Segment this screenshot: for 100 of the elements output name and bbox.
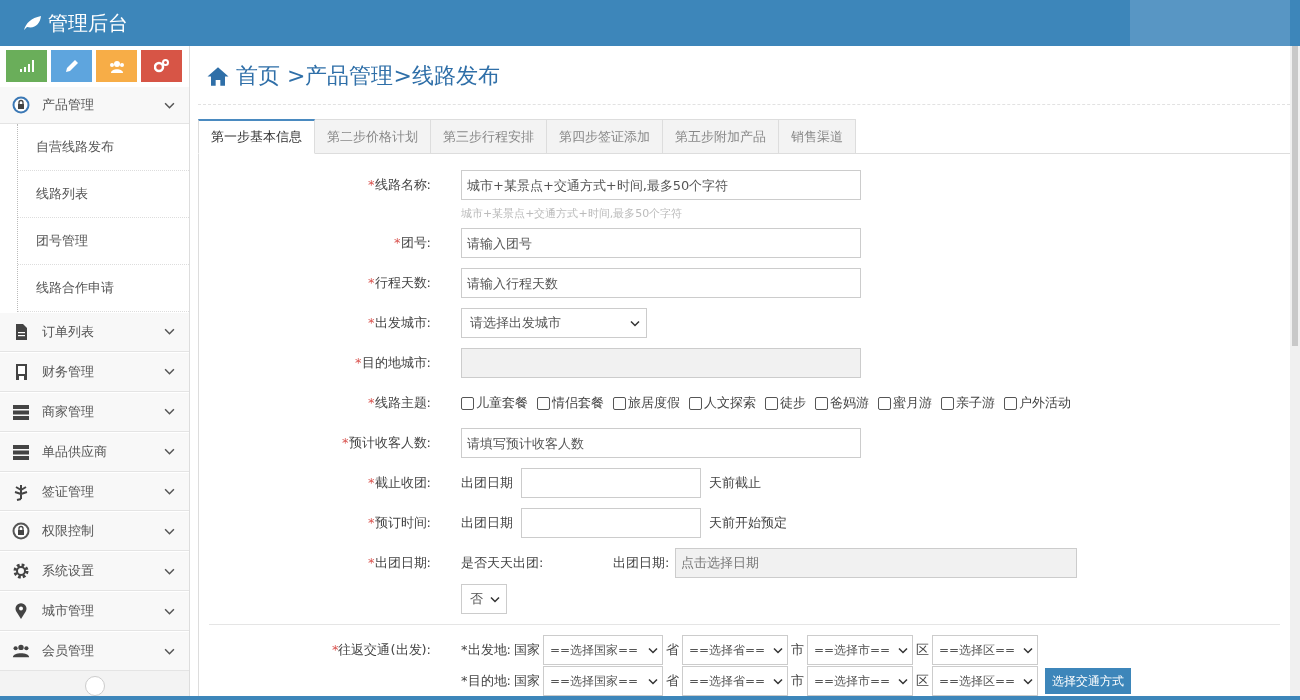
field-label: 省 — [665, 641, 679, 659]
menu-item[interactable]: 签证管理 — [0, 471, 189, 512]
checkbox[interactable] — [613, 396, 626, 410]
field-label: *出发地: — [461, 641, 511, 659]
input-field[interactable] — [521, 508, 701, 538]
select-field[interactable]: 请选择出发城市 — [461, 308, 647, 338]
lock-icon — [12, 96, 30, 114]
users-icon — [108, 59, 125, 73]
select-field[interactable]: ==选择市== — [806, 666, 913, 696]
gears-icon — [154, 59, 169, 73]
checkbox-label: 人文探索 — [704, 394, 756, 412]
checkbox-label: 亲子游 — [956, 394, 995, 412]
field-label: 区 — [915, 672, 929, 690]
checkbox[interactable] — [941, 396, 954, 410]
field-label: 区 — [915, 641, 929, 659]
app-title: 管理后台 — [48, 9, 128, 37]
tab[interactable]: 第一步基本信息 — [198, 119, 315, 154]
select-field[interactable]: 否 — [461, 584, 507, 614]
field-label: 市 — [790, 672, 804, 690]
chevron-icon — [772, 677, 783, 685]
chevron-icon — [164, 607, 175, 615]
field-prefix: 出团日期 — [461, 514, 513, 532]
field-prefix: 出团日期 — [461, 474, 513, 492]
date-field[interactable]: 点击选择日期 — [675, 548, 1078, 578]
select-field[interactable]: ==选择市== — [806, 635, 913, 665]
plant-icon — [12, 482, 30, 501]
select-field[interactable]: ==选择国家== — [542, 635, 663, 665]
pencil-icon — [64, 59, 79, 73]
menu-item[interactable]: 产品管理 — [0, 86, 189, 124]
home-icon — [206, 65, 230, 87]
menu-item[interactable]: 城市管理 — [0, 591, 189, 632]
settings-button[interactable] — [141, 50, 182, 82]
chevron-icon — [164, 101, 175, 109]
field-label: *截止收团: — [367, 474, 431, 492]
checkbox-label: 爸妈游 — [830, 394, 869, 412]
settings-icon — [12, 562, 30, 581]
scrollbar[interactable] — [1290, 46, 1300, 696]
field-label: *出团日期: — [367, 554, 431, 572]
menu-item[interactable]: 商家管理 — [0, 391, 189, 432]
chevron-icon — [164, 448, 175, 456]
field-label: 国家 — [513, 672, 540, 690]
chevron-icon — [164, 567, 175, 575]
transport-button[interactable]: 选择交通方式 — [1044, 668, 1131, 694]
chevron-icon — [647, 646, 658, 654]
server-icon — [12, 402, 30, 421]
checkbox-label: 徒步 — [780, 394, 806, 412]
menu-item[interactable]: 财务管理 — [0, 351, 189, 392]
select-field[interactable]: ==选择区== — [931, 635, 1038, 665]
field-label: 市 — [790, 641, 804, 659]
stats-button[interactable] — [6, 50, 47, 82]
breadcrumb: 首页 >产品管理>线路发布 — [236, 62, 500, 90]
menu-item[interactable]: 会员管理 — [0, 631, 189, 671]
checkbox[interactable] — [765, 396, 778, 410]
input-field[interactable]: 请输入行程天数 — [461, 268, 861, 298]
select-field[interactable]: ==选择省== — [681, 666, 788, 696]
help-text: 城市+某景点+交通方式+时间,最多50个字符 — [461, 206, 684, 221]
field-label: *线路主题: — [367, 394, 431, 412]
menu-item[interactable]: 单品供应商 — [0, 431, 189, 472]
field-label: 出团日期: — [613, 554, 670, 572]
checkbox-label: 儿童套餐 — [476, 394, 528, 412]
input-field[interactable]: 城市+某景点+交通方式+时间,最多50个字符 — [461, 170, 861, 200]
chevron-icon — [164, 328, 175, 336]
field-label: *目的地: — [461, 672, 511, 690]
checkbox[interactable] — [815, 396, 828, 410]
checkbox[interactable] — [1004, 396, 1017, 410]
checkbox[interactable] — [878, 396, 891, 410]
checkbox[interactable] — [689, 396, 702, 410]
field-label: *出发城市: — [367, 314, 431, 332]
select-field[interactable]: ==选择省== — [681, 635, 788, 665]
input-field[interactable]: 请输入团号 — [461, 228, 861, 258]
chevron-icon — [164, 488, 175, 495]
checkbox-label: 情侣套餐 — [552, 394, 604, 412]
chevron-icon — [490, 595, 500, 603]
checkbox-label: 旅居度假 — [628, 394, 680, 412]
field-label: *预订时间: — [367, 514, 431, 532]
field-label: *目的地城市: — [354, 354, 431, 372]
field-suffix: 天前开始预定 — [709, 514, 787, 532]
menu-item[interactable]: 订单列表 — [0, 312, 189, 352]
chevron-icon — [1022, 646, 1033, 654]
field-label: *预计收客人数: — [341, 434, 431, 452]
checkbox[interactable] — [461, 396, 474, 410]
select-field[interactable]: ==选择区== — [931, 666, 1038, 696]
lock-icon — [12, 522, 30, 541]
checkbox-label: 户外活动 — [1019, 394, 1071, 412]
input-field[interactable]: 请填写预计收客人数 — [461, 428, 861, 458]
menu-item[interactable]: 权限控制 — [0, 511, 189, 552]
input-field[interactable] — [521, 468, 701, 498]
checkbox[interactable] — [537, 396, 550, 410]
edit-button[interactable] — [51, 50, 92, 82]
chevron-icon — [164, 368, 175, 376]
field-label: *线路名称: — [367, 176, 431, 194]
menu-item[interactable]: 系统设置 — [0, 551, 189, 592]
field-label: 国家 — [513, 641, 540, 659]
chevron-icon — [630, 319, 640, 327]
checkbox-label: 蜜月游 — [893, 394, 932, 412]
field-label: 省 — [665, 672, 679, 690]
field-label: *往返交通(出发): — [330, 641, 431, 659]
chevron-icon — [164, 408, 175, 416]
chevron-icon — [164, 647, 175, 655]
select-field[interactable]: ==选择国家== — [542, 666, 663, 696]
